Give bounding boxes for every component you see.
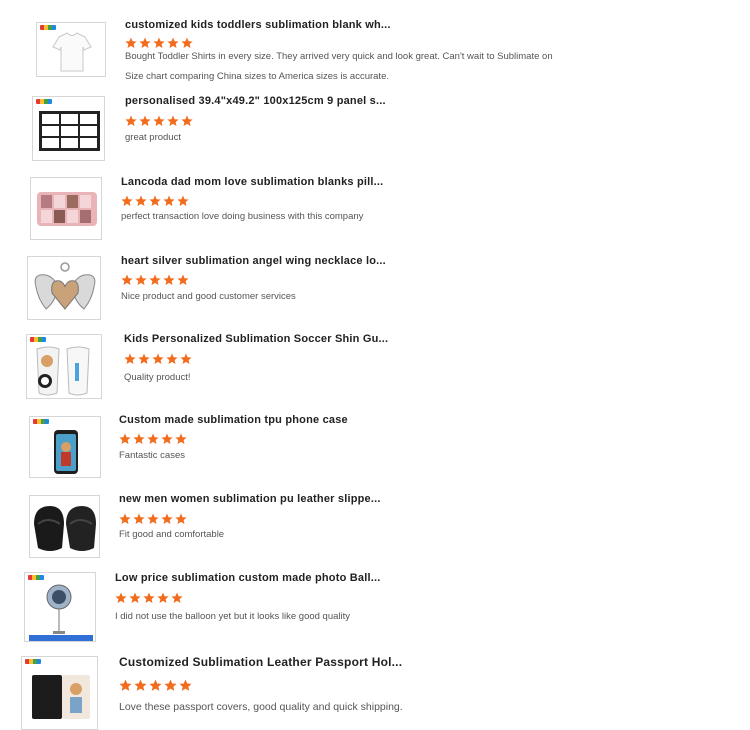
star-icon [180, 353, 192, 364]
product-thumbnail-phone-case[interactable] [29, 416, 101, 478]
review-comment: Bought Toddler Shirts in every size. The… [125, 51, 553, 62]
product-thumbnail-shin-guard[interactable] [26, 334, 102, 399]
panel-blanket-image [39, 111, 100, 151]
product-title[interactable]: Low price sublimation custom made photo … [115, 572, 380, 584]
star-icon [133, 433, 145, 444]
star-icon [149, 195, 161, 206]
star-icon [163, 274, 175, 285]
product-title[interactable]: Lancoda dad mom love sublimation blanks … [121, 176, 383, 188]
star-icon [143, 592, 155, 603]
star-icon [133, 513, 145, 524]
star-icon [179, 679, 192, 691]
review-comment: Love these passport covers, good quality… [119, 701, 403, 713]
phone-case-image [54, 430, 78, 474]
star-icon [167, 115, 179, 126]
product-title[interactable]: Customized Sublimation Leather Passport … [119, 655, 402, 669]
star-icon [157, 592, 169, 603]
product-title[interactable]: customized kids toddlers sublimation bla… [125, 19, 391, 31]
brand-logo [33, 419, 49, 424]
brand-logo [30, 337, 46, 342]
star-icon [139, 115, 151, 126]
shin-guard-image [36, 346, 90, 396]
product-thumbnail-pillow[interactable] [30, 177, 102, 240]
product-thumbnail-tshirt[interactable] [36, 22, 106, 77]
product-title[interactable]: heart silver sublimation angel wing neck… [121, 255, 386, 267]
star-icon [119, 433, 131, 444]
star-icon [177, 195, 189, 206]
review-comment: Fit good and comfortable [119, 529, 225, 540]
star-icon [152, 353, 164, 364]
star-icon [163, 195, 175, 206]
star-icon [149, 679, 162, 691]
star-icon [161, 433, 173, 444]
star-rating [121, 195, 189, 207]
star-icon [147, 433, 159, 444]
star-icon [135, 195, 147, 206]
review-comment: I did not use the balloon yet but it loo… [115, 611, 351, 622]
review-comment: great product [125, 132, 181, 143]
star-icon [134, 679, 147, 691]
star-icon [153, 115, 165, 126]
star-rating [121, 274, 189, 286]
slippers-image [34, 506, 96, 551]
product-title[interactable]: new men women sublimation pu leather sli… [119, 493, 381, 505]
heart-locket-image [34, 262, 96, 310]
product-title[interactable]: personalised 39.4"x49.2" 100x125cm 9 pan… [125, 95, 386, 107]
star-icon [129, 592, 141, 603]
star-rating [125, 115, 193, 127]
brand-logo [40, 25, 56, 30]
star-icon [121, 274, 133, 285]
star-rating [124, 353, 192, 365]
star-icon [135, 274, 147, 285]
star-icon [138, 353, 150, 364]
product-title[interactable]: Custom made sublimation tpu phone case [119, 414, 348, 426]
brand-logo [36, 99, 52, 104]
star-icon [115, 592, 127, 603]
star-icon [149, 274, 161, 285]
star-icon [161, 513, 173, 524]
product-thumbnail-blanket[interactable] [32, 96, 105, 161]
review-comment: Quality product! [124, 372, 191, 383]
product-thumbnail-slippers[interactable] [29, 495, 100, 558]
product-thumbnail-necklace[interactable] [27, 256, 101, 320]
star-icon [166, 353, 178, 364]
star-icon [119, 513, 131, 524]
star-icon [124, 353, 136, 364]
star-rating [119, 433, 187, 445]
star-icon [175, 513, 187, 524]
review-comment: perfect transaction love doing business … [121, 211, 364, 222]
passport-holder-image [32, 675, 90, 719]
product-title[interactable]: Kids Personalized Sublimation Soccer Shi… [124, 333, 388, 345]
star-rating [119, 513, 187, 525]
star-icon [164, 679, 177, 691]
love-pillow-image [37, 192, 97, 226]
brand-logo [25, 659, 41, 664]
star-icon [177, 274, 189, 285]
star-icon [171, 592, 183, 603]
star-rating [119, 679, 192, 692]
product-thumbnail-passport-holder[interactable] [21, 656, 98, 730]
star-icon [125, 115, 137, 126]
review-comment: Size chart comparing China sizes to Amer… [125, 71, 389, 82]
star-rating [115, 592, 183, 604]
product-thumbnail-balloon[interactable] [24, 572, 96, 642]
star-icon [147, 513, 159, 524]
photo-balloon-image [29, 584, 93, 641]
tshirt-image [52, 32, 92, 72]
brand-logo [28, 575, 44, 580]
star-icon [119, 679, 132, 691]
star-icon [121, 195, 133, 206]
star-icon [175, 433, 187, 444]
review-comment: Fantastic cases [119, 450, 185, 461]
star-icon [181, 115, 193, 126]
review-comment: Nice product and good customer services [121, 291, 296, 302]
